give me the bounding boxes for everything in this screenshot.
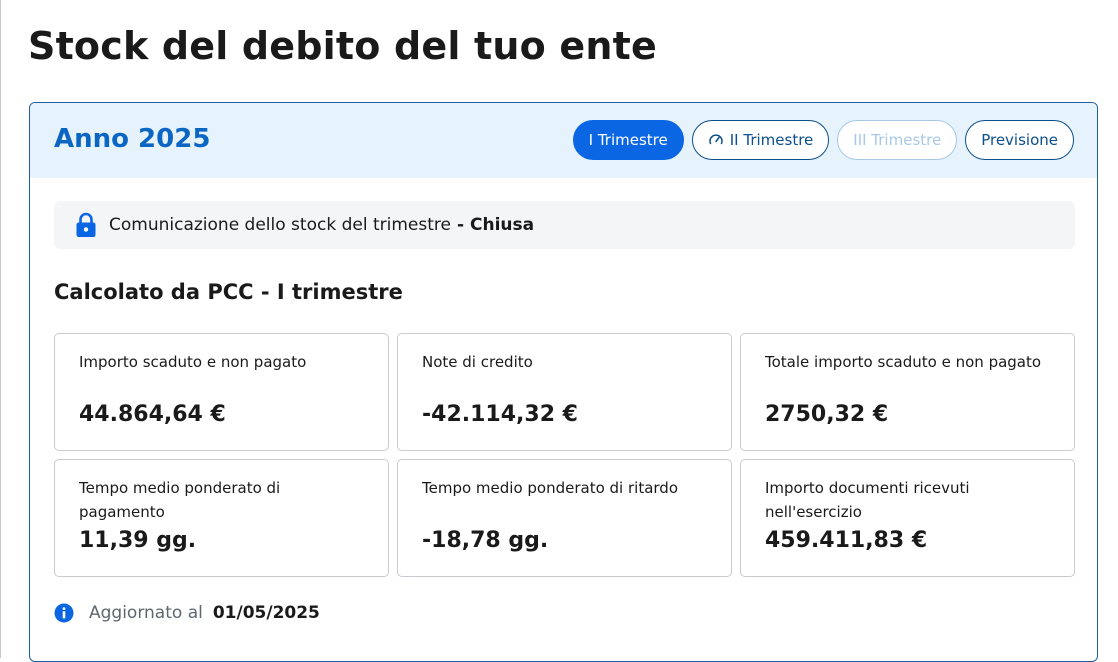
year-title: Anno 2025	[54, 124, 211, 154]
tab-label: III Trimestre	[853, 131, 942, 149]
page-left-border	[0, 0, 1, 658]
metric-value: -18,78 gg.	[422, 528, 549, 553]
metric-label: Totale importo scaduto e non pagato	[765, 353, 1042, 371]
gauge-icon	[709, 134, 723, 145]
status-value: Chiusa	[470, 215, 535, 235]
tab-second-quarter[interactable]: II Trimestre	[691, 120, 830, 160]
tab-first-quarter[interactable]: I Trimestre	[572, 120, 684, 160]
metric-value: 2750,32 €	[765, 402, 889, 427]
tab-third-quarter: III Trimestre	[837, 120, 958, 160]
tab-label: II Trimestre	[729, 131, 814, 149]
status-text: Comunicazione dello stock del trimestre	[109, 215, 451, 235]
communication-status-bar: Comunicazione dello stock del trimestre …	[54, 201, 1075, 249]
status-separator: -	[456, 215, 465, 235]
last-updated-label: Aggiornato al	[89, 603, 203, 623]
metric-card-total-overdue: Totale importo scaduto e non pagato 2750…	[740, 333, 1075, 451]
section-title: Calcolato da PCC - I trimestre	[54, 280, 403, 304]
metric-label: Importo documenti ricevuti nell'esercizi…	[765, 479, 970, 521]
metric-card-avg-delay-time: Tempo medio ponderato di ritardo -18,78 …	[397, 459, 732, 577]
metric-card-documents-received: Importo documenti ricevuti nell'esercizi…	[740, 459, 1075, 577]
metric-label: Importo scaduto e non pagato	[79, 353, 307, 371]
metrics-grid: Importo scaduto e non pagato 44.864,64 €…	[54, 333, 1075, 577]
tab-forecast[interactable]: Previsione	[965, 120, 1074, 160]
metric-label: Tempo medio ponderato di pagamento	[79, 479, 281, 521]
metric-value: 11,39 gg.	[79, 528, 197, 553]
quarter-tabs: I Trimestre II Trimestre III Trimestre P…	[572, 120, 1074, 160]
info-icon	[54, 603, 74, 623]
lock-icon	[76, 212, 96, 237]
metric-card-credit-notes: Note di credito -42.114,32 €	[397, 333, 732, 451]
metric-label: Tempo medio ponderato di ritardo	[422, 479, 679, 497]
metric-card-overdue-unpaid: Importo scaduto e non pagato 44.864,64 €	[54, 333, 389, 451]
tab-label: Previsione	[981, 131, 1058, 149]
metric-value: 459.411,83 €	[765, 528, 928, 553]
metric-value: 44.864,64 €	[79, 402, 226, 427]
last-updated: Aggiornato al 01/05/2025	[54, 603, 320, 623]
last-updated-date: 01/05/2025	[212, 603, 320, 623]
metric-card-avg-payment-time: Tempo medio ponderato di pagamento 11,39…	[54, 459, 389, 577]
metric-label: Note di credito	[422, 353, 533, 371]
debt-stock-card: Anno 2025 I Trimestre II Trimestre III T…	[29, 102, 1098, 662]
page-title: Stock del debito del tuo ente	[28, 24, 657, 68]
tab-label: I Trimestre	[588, 131, 668, 149]
card-header: Anno 2025 I Trimestre II Trimestre III T…	[30, 103, 1097, 178]
metric-value: -42.114,32 €	[422, 402, 578, 427]
